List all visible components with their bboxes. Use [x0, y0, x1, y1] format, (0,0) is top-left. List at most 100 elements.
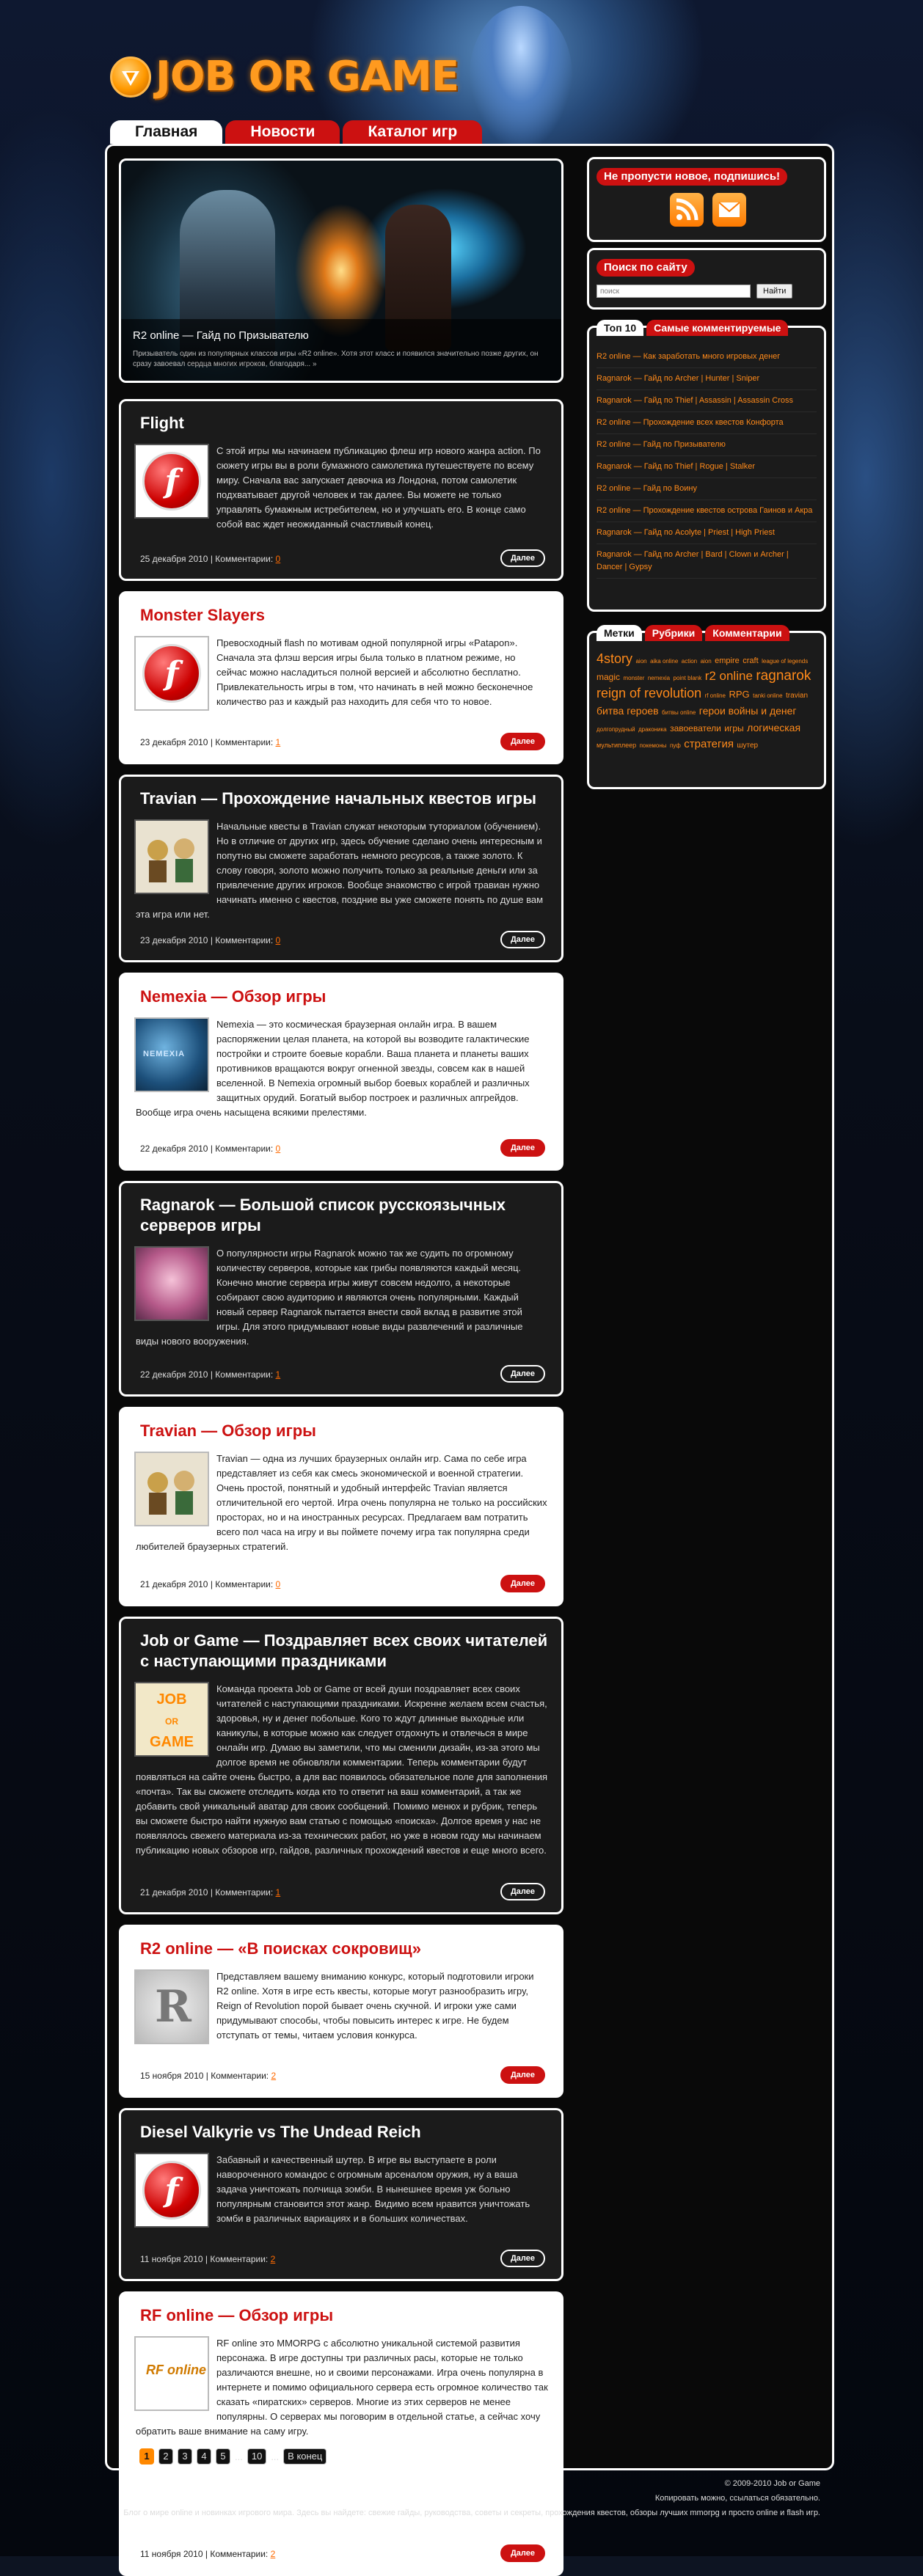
post-title[interactable]: Monster Slayers: [134, 605, 548, 626]
read-more-button[interactable]: Далее: [500, 2066, 545, 2084]
tag-link[interactable]: aion: [635, 658, 646, 665]
tab-categories[interactable]: Рубрики: [644, 625, 703, 641]
tag-link[interactable]: league of legends: [762, 658, 808, 665]
post-thumbnail[interactable]: R: [134, 1969, 209, 2044]
read-more-button[interactable]: Далее: [500, 1139, 545, 1157]
tag-link[interactable]: битвы online: [662, 709, 696, 716]
tab-top10[interactable]: Топ 10: [597, 320, 644, 336]
slider-title[interactable]: R2 online — Гайд по Призывателю: [133, 329, 550, 342]
tag-link[interactable]: покемоны: [640, 742, 667, 749]
search-input[interactable]: [597, 285, 751, 298]
comments-count-link[interactable]: 1: [276, 1887, 281, 1898]
post-thumbnail[interactable]: f: [134, 444, 209, 519]
post-title[interactable]: Travian — Прохождение начальных квестов …: [134, 788, 548, 809]
post-thumbnail[interactable]: f: [134, 636, 209, 711]
post-title[interactable]: RF online — Обзор игры: [134, 2305, 548, 2326]
comments-count-link[interactable]: 0: [276, 1579, 281, 1589]
top-post-link[interactable]: R2 online — Прохождение всех квестов Кон…: [597, 412, 817, 434]
tag-link[interactable]: RPG: [729, 689, 749, 700]
comments-count-link[interactable]: 2: [271, 2071, 276, 2081]
comments-count-link[interactable]: 0: [276, 935, 281, 945]
tag-link[interactable]: игры: [724, 723, 743, 733]
tag-link[interactable]: aion: [701, 658, 712, 665]
rss-icon[interactable]: [670, 193, 704, 227]
page-4[interactable]: 4: [197, 2448, 211, 2465]
tag-link[interactable]: мультиплеер: [597, 742, 636, 749]
tag-link[interactable]: reign of revolution: [597, 686, 701, 700]
post-thumbnail[interactable]: JOB OR GAME: [134, 1682, 209, 1757]
tag-link[interactable]: point blank: [674, 675, 702, 681]
post-thumbnail[interactable]: NEMEXIA: [134, 1017, 209, 1092]
comments-count-link[interactable]: 1: [276, 737, 281, 747]
comments-count-link[interactable]: 2: [271, 2254, 276, 2264]
tag-link[interactable]: empire: [715, 656, 740, 665]
comments-count-link[interactable]: 2: [271, 2549, 276, 2559]
top-post-link[interactable]: Ragnarok — Гайд по Thief | Rogue | Stalk…: [597, 456, 817, 478]
read-more-button[interactable]: Далее: [500, 549, 545, 567]
post-title[interactable]: Ragnarok — Большой список русскоязычных …: [134, 1195, 548, 1236]
nav-tab-news[interactable]: Новости: [225, 120, 340, 144]
read-more-button[interactable]: Далее: [500, 733, 545, 750]
tab-comments[interactable]: Комментарии: [705, 625, 789, 641]
tag-link[interactable]: ragnarok: [756, 668, 811, 684]
top-post-link[interactable]: Ragnarok — Гайд по Acolyte | Priest | Hi…: [597, 522, 817, 544]
comments-count-link[interactable]: 0: [276, 1144, 281, 1154]
top-post-link[interactable]: Ragnarok — Гайд по Archer | Hunter | Sni…: [597, 368, 817, 390]
tag-link[interactable]: tanki online: [753, 692, 782, 699]
top-post-link[interactable]: R2 online — Прохождение квестов острова …: [597, 500, 817, 522]
tag-link[interactable]: craft: [743, 656, 758, 665]
page-10[interactable]: 10: [247, 2448, 267, 2465]
page-5[interactable]: 5: [216, 2448, 230, 2465]
post-title[interactable]: R2 online — «В поисках сокровищ»: [134, 1939, 548, 1959]
top-post-link[interactable]: R2 online — Как заработать много игровых…: [597, 346, 817, 368]
top-post-link[interactable]: Ragnarok — Гайд по Thief | Assassin | As…: [597, 390, 817, 412]
tag-link[interactable]: завоеватели: [670, 723, 721, 733]
read-more-button[interactable]: Далее: [500, 2544, 545, 2562]
tag-link[interactable]: битва героев: [597, 705, 659, 717]
tag-link[interactable]: 4story: [597, 651, 632, 666]
tag-link[interactable]: travian: [786, 692, 808, 700]
post-thumbnail[interactable]: [134, 819, 209, 894]
page-last[interactable]: В конец: [283, 2448, 327, 2465]
post-thumbnail[interactable]: RF online: [134, 2336, 209, 2411]
tag-link[interactable]: стратегия: [684, 738, 734, 750]
tag-link[interactable]: пуф: [670, 742, 681, 749]
post-title[interactable]: Diesel Valkyrie vs The Undead Reich: [134, 2122, 548, 2143]
read-more-button[interactable]: Далее: [500, 1883, 545, 1900]
tag-link[interactable]: aika online: [650, 658, 678, 665]
top-post-link[interactable]: R2 online — Гайд по Воину: [597, 478, 817, 500]
comments-count-link[interactable]: 0: [276, 554, 281, 564]
tag-link[interactable]: драконика: [638, 726, 667, 733]
tag-link[interactable]: rf online: [705, 692, 726, 699]
tag-link[interactable]: долгопрудный: [597, 726, 635, 733]
post-thumbnail[interactable]: [134, 1246, 209, 1321]
featured-slider[interactable]: R2 online — Гайд по Призывателю Призыват…: [119, 158, 563, 383]
post-title[interactable]: Flight: [134, 413, 548, 433]
email-subscribe-icon[interactable]: [712, 193, 747, 227]
read-more-button[interactable]: Далее: [500, 931, 545, 948]
page-3[interactable]: 3: [178, 2448, 192, 2465]
tag-link[interactable]: action: [682, 658, 697, 665]
read-more-button[interactable]: Далее: [500, 1575, 545, 1592]
nav-tab-home[interactable]: Главная: [110, 120, 223, 144]
tag-link[interactable]: magic: [597, 672, 620, 682]
page-2[interactable]: 2: [158, 2448, 173, 2465]
post-title[interactable]: Travian — Обзор игры: [134, 1421, 548, 1441]
site-logo[interactable]: JOB OR GAME: [110, 53, 459, 100]
read-more-button[interactable]: Далее: [500, 2250, 545, 2267]
post-title[interactable]: Job or Game — Поздравляет всех своих чит…: [134, 1631, 548, 1672]
tag-link[interactable]: r2 online: [705, 669, 753, 683]
tab-tags[interactable]: Метки: [597, 625, 642, 641]
tab-most-commented[interactable]: Самые комментируемые: [646, 320, 789, 336]
tag-link[interactable]: шутер: [737, 742, 758, 750]
post-title[interactable]: Nemexia — Обзор игры: [134, 987, 548, 1007]
page-1[interactable]: 1: [139, 2448, 154, 2465]
read-more-button[interactable]: Далее: [500, 1365, 545, 1383]
top-post-link[interactable]: Ragnarok — Гайд по Archer | Bard | Clown…: [597, 544, 817, 579]
nav-tab-catalog[interactable]: Каталог игр: [343, 120, 483, 144]
post-thumbnail[interactable]: [134, 1452, 209, 1526]
top-post-link[interactable]: R2 online — Гайд по Призывателю: [597, 434, 817, 456]
tag-link[interactable]: monster: [623, 675, 644, 681]
tag-link[interactable]: логическая: [747, 722, 800, 733]
tag-link[interactable]: герои войны и денег: [699, 705, 797, 717]
